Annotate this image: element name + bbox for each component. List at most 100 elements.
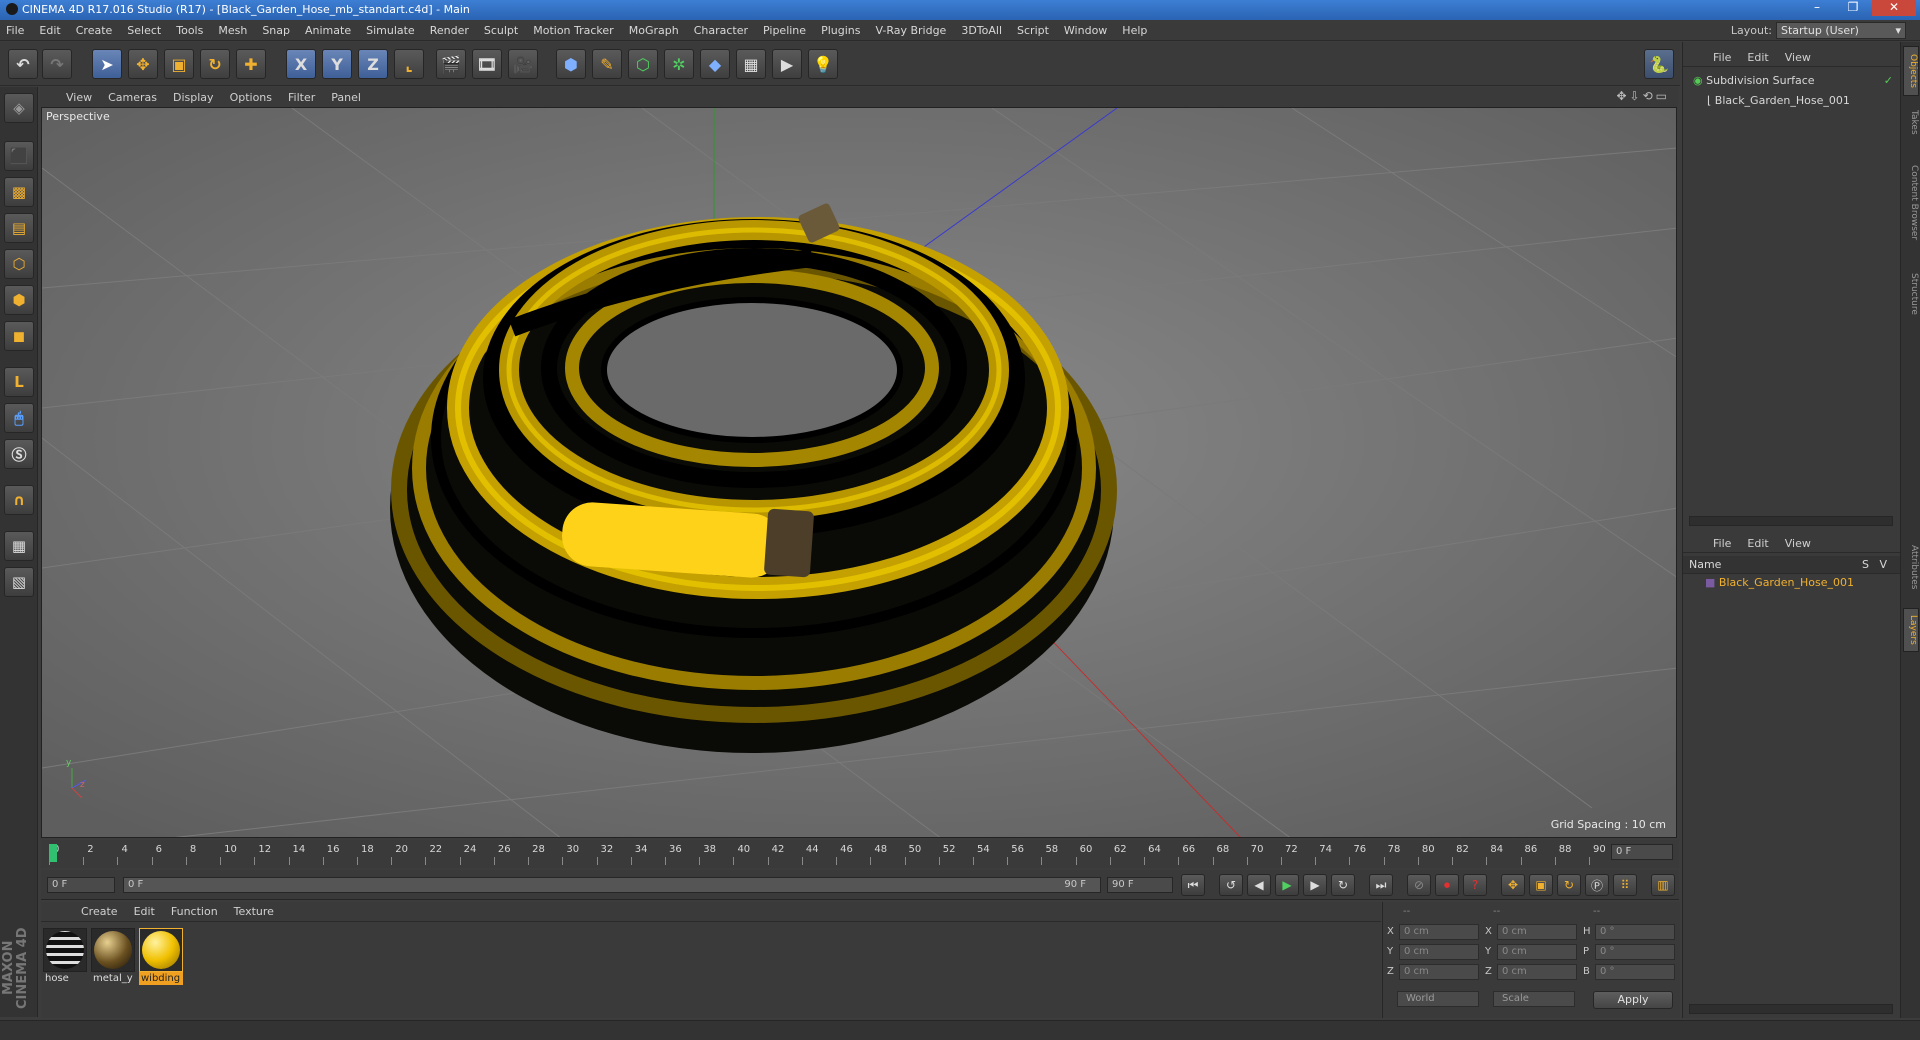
viewport-menu-display[interactable]: Display xyxy=(173,91,214,104)
add-light-button[interactable]: 💡 xyxy=(808,49,838,79)
workplane-button[interactable]: ▤ xyxy=(4,213,34,243)
apply-button[interactable]: Apply xyxy=(1593,991,1673,1009)
close-button[interactable]: ✕ xyxy=(1872,0,1916,16)
python-button[interactable]: 🐍 xyxy=(1644,49,1674,79)
render-picture-viewer-button[interactable]: 🎞 xyxy=(472,49,502,79)
next-frame-button[interactable]: ▶ xyxy=(1303,874,1327,896)
menu-window[interactable]: Window xyxy=(1064,24,1107,37)
visibility-check-icon[interactable]: ✓ xyxy=(1884,72,1893,90)
object-row-hose[interactable]: ⌊ Black_Garden_Hose_001 xyxy=(1683,92,1901,110)
add-deformer-button[interactable]: ◆ xyxy=(700,49,730,79)
move-button[interactable]: ✥ xyxy=(128,49,158,79)
menu-edit[interactable]: Edit xyxy=(39,24,60,37)
layers-menu-file[interactable]: File xyxy=(1713,537,1731,550)
layers-horizontal-scrollbar[interactable] xyxy=(1689,1004,1893,1014)
y-axis-button[interactable]: Y xyxy=(322,49,352,79)
material-menu-texture[interactable]: Texture xyxy=(234,905,274,918)
timeline-window-button[interactable]: ▥ xyxy=(1651,874,1675,896)
pos-z-field[interactable]: 0 cm xyxy=(1399,964,1479,980)
planar-workplane-button[interactable]: ▧ xyxy=(4,567,34,597)
key-pla-button[interactable]: ⠿ xyxy=(1613,874,1637,896)
tab-structure[interactable]: Structure xyxy=(1903,264,1919,324)
undo-button[interactable]: ↶ xyxy=(8,49,38,79)
next-key-button[interactable]: ↻ xyxy=(1331,874,1355,896)
add-spline-button[interactable]: ✎ xyxy=(592,49,622,79)
pos-y-field[interactable]: 0 cm xyxy=(1399,944,1479,960)
menu-motion-tracker[interactable]: Motion Tracker xyxy=(533,24,613,37)
material-wibding[interactable]: wibding xyxy=(139,928,183,985)
size-x-field[interactable]: 0 cm xyxy=(1497,924,1577,940)
axis-mode-button[interactable]: L xyxy=(4,367,34,397)
go-to-start-button[interactable]: ⏮ xyxy=(1181,874,1205,896)
menu-character[interactable]: Character xyxy=(694,24,748,37)
material-menu-create[interactable]: Create xyxy=(81,905,118,918)
menu-create[interactable]: Create xyxy=(76,24,113,37)
tweak-mode-button[interactable]: 🖱 xyxy=(4,403,34,433)
rot-b-field[interactable]: 0 ° xyxy=(1595,964,1675,980)
locked-workplane-button[interactable]: ▦ xyxy=(4,531,34,561)
menu-sculpt[interactable]: Sculpt xyxy=(484,24,518,37)
tab-takes[interactable]: Takes xyxy=(1903,102,1919,142)
viewport-perspective[interactable]: Perspective y z Grid Spacing : 10 cm xyxy=(41,107,1677,838)
z-axis-button[interactable]: Z xyxy=(358,49,388,79)
viewport-nav-icons[interactable]: ✥⇩⟲▭ xyxy=(1616,89,1670,103)
material-menu-edit[interactable]: Edit xyxy=(134,905,155,918)
points-mode-button[interactable]: ⬡ xyxy=(4,249,34,279)
rot-p-field[interactable]: 0 ° xyxy=(1595,944,1675,960)
make-editable-button[interactable]: ◈ xyxy=(4,93,34,123)
size-mode-dropdown[interactable]: Scale xyxy=(1493,991,1575,1007)
key-parameter-button[interactable]: Ⓟ xyxy=(1585,874,1609,896)
end-frame-field[interactable]: 90 F xyxy=(1107,877,1173,893)
tab-objects[interactable]: Objects xyxy=(1903,46,1919,96)
scale-button[interactable]: ▣ xyxy=(164,49,194,79)
size-y-field[interactable]: 0 cm xyxy=(1497,944,1577,960)
material-metal-y[interactable]: metal_y xyxy=(91,928,135,984)
menu-simulate[interactable]: Simulate xyxy=(366,24,415,37)
menu-v-ray-bridge[interactable]: V-Ray Bridge xyxy=(875,24,946,37)
playhead-marker[interactable] xyxy=(49,844,57,862)
viewport-menu-options[interactable]: Options xyxy=(230,91,272,104)
menu-3dtoall[interactable]: 3DToAll xyxy=(961,24,1002,37)
add-camera-button[interactable]: ▶ xyxy=(772,49,802,79)
add-array-button[interactable]: ✲ xyxy=(664,49,694,79)
minimize-button[interactable]: – xyxy=(1800,0,1834,16)
tab-attributes[interactable]: Attributes xyxy=(1903,532,1919,602)
previous-frame-button[interactable]: ◀ xyxy=(1247,874,1271,896)
viewport-menu-filter[interactable]: Filter xyxy=(288,91,315,104)
menu-file[interactable]: File xyxy=(6,24,24,37)
rotate-button[interactable]: ↻ xyxy=(200,49,230,79)
objects-menu-view[interactable]: View xyxy=(1785,51,1811,64)
model-mode-button[interactable]: ⬛ xyxy=(4,141,34,171)
polygons-mode-button[interactable]: ◼ xyxy=(4,321,34,351)
tab-layers[interactable]: Layers xyxy=(1903,608,1919,652)
coordinate-system-button[interactable]: ⌞ xyxy=(394,49,424,79)
layer-row-hose[interactable]: ■ Black_Garden_Hose_001 xyxy=(1683,574,1901,592)
coordinate-space-dropdown[interactable]: World xyxy=(1397,991,1479,1007)
layout-dropdown[interactable]: Startup (User) xyxy=(1776,22,1906,39)
last-tool-button[interactable]: ✚ xyxy=(236,49,266,79)
pos-x-field[interactable]: 0 cm xyxy=(1399,924,1479,940)
viewport-menu-cameras[interactable]: Cameras xyxy=(108,91,157,104)
add-nurbs-button[interactable]: ⬡ xyxy=(628,49,658,79)
key-position-button[interactable]: ✥ xyxy=(1501,874,1525,896)
material-hose[interactable]: hose xyxy=(43,928,87,984)
current-frame-field[interactable]: 0 F xyxy=(1611,844,1673,860)
texture-mode-button[interactable]: ▩ xyxy=(4,177,34,207)
magnet-button[interactable]: ∩ xyxy=(4,485,34,515)
menu-script[interactable]: Script xyxy=(1017,24,1049,37)
key-rotation-button[interactable]: ↻ xyxy=(1557,874,1581,896)
record-keys-button[interactable]: ⊘ xyxy=(1407,874,1431,896)
key-scale-button[interactable]: ▣ xyxy=(1529,874,1553,896)
add-cube-button[interactable]: ⬢ xyxy=(556,49,586,79)
object-row-subdivision[interactable]: ◉ Subdivision Surface ✓ xyxy=(1683,72,1901,90)
autokey-button[interactable]: ⏺ xyxy=(1435,874,1459,896)
tab-content-browser[interactable]: Content Browser xyxy=(1903,148,1919,258)
live-selection-button[interactable]: ➤ xyxy=(92,49,122,79)
rot-h-field[interactable]: 0 ° xyxy=(1595,924,1675,940)
menu-snap[interactable]: Snap xyxy=(262,24,290,37)
menu-render[interactable]: Render xyxy=(430,24,469,37)
size-z-field[interactable]: 0 cm xyxy=(1497,964,1577,980)
render-view-button[interactable]: 🎬 xyxy=(436,49,466,79)
x-axis-button[interactable]: X xyxy=(286,49,316,79)
menu-pipeline[interactable]: Pipeline xyxy=(763,24,806,37)
